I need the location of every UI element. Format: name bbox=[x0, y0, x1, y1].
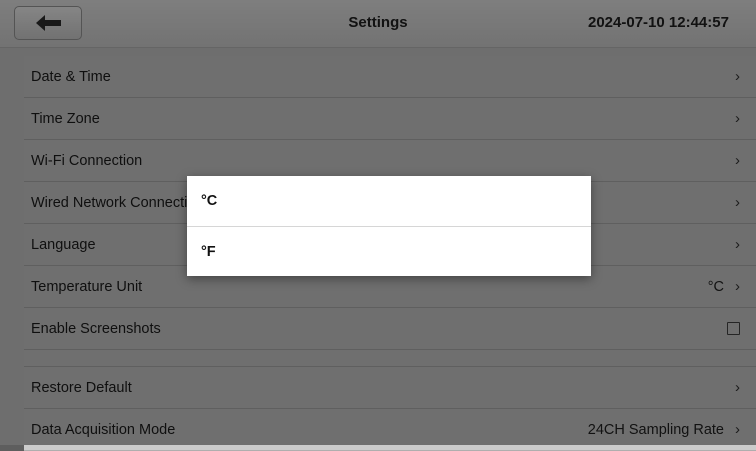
temperature-unit-dialog: °C °F bbox=[187, 176, 591, 276]
option-label: °F bbox=[201, 244, 216, 260]
option-fahrenheit[interactable]: °F bbox=[187, 226, 591, 276]
option-label: °C bbox=[201, 193, 218, 209]
option-celsius[interactable]: °C bbox=[187, 176, 591, 226]
